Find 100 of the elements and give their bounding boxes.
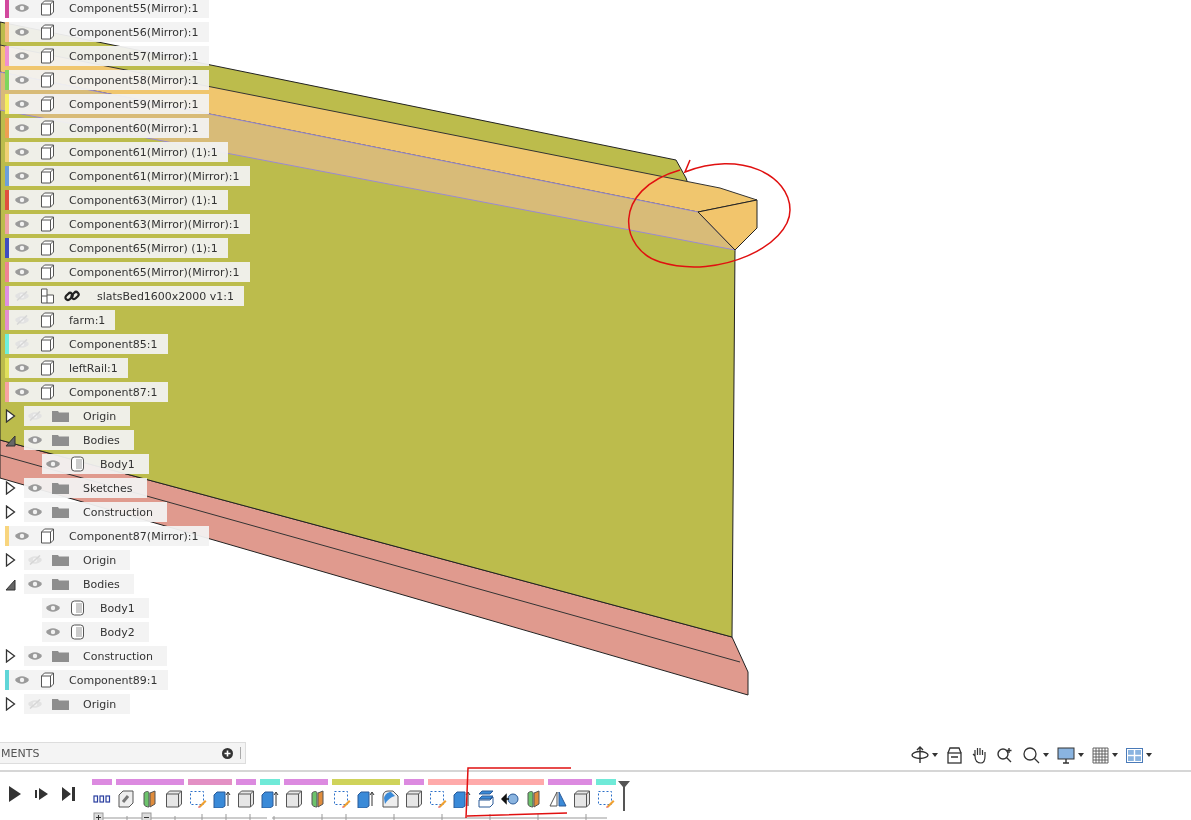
component-icon (40, 144, 55, 160)
browser-item[interactable]: Component63(Mirror) (1):1 (9, 190, 228, 210)
expand-toggle-icon[interactable] (5, 409, 16, 423)
browser-item[interactable]: Component57(Mirror):1 (9, 46, 209, 66)
browser-item[interactable]: slatsBed1600x2000 v1:1 (9, 286, 245, 306)
browser-item[interactable]: Component59(Mirror):1 (9, 94, 209, 114)
browser-folder[interactable]: Sketches (24, 478, 147, 498)
expand-toggle-icon[interactable] (5, 697, 16, 711)
timeline-box-icon[interactable] (285, 790, 303, 808)
timeline-extrude-icon[interactable] (261, 790, 279, 808)
timeline-box-icon[interactable] (237, 790, 255, 808)
component-icon (40, 360, 55, 376)
display-settings-button[interactable] (1054, 744, 1087, 766)
timeline-sketch-icon[interactable] (597, 790, 615, 808)
browser-item[interactable]: Component61(Mirror)(Mirror):1 (9, 166, 250, 186)
browser-folder[interactable]: Construction (24, 646, 168, 666)
eye-icon[interactable] (14, 531, 30, 541)
timeline-box-icon[interactable] (405, 790, 423, 808)
timeline-fillet-icon[interactable] (381, 790, 399, 808)
browser-body[interactable]: Body2 (42, 622, 149, 642)
grid-icon (1092, 746, 1109, 764)
browser-folder[interactable]: Origin (24, 694, 131, 714)
grid-settings-button[interactable] (1089, 744, 1121, 766)
timeline-extrude-icon[interactable] (357, 790, 375, 808)
step-forward-icon[interactable] (35, 788, 48, 800)
browser-folder[interactable]: Origin (24, 406, 131, 426)
browser-item[interactable]: Component56(Mirror):1 (9, 22, 209, 42)
browser-item[interactable]: farm:1 (9, 310, 116, 330)
body-icon (70, 456, 85, 472)
expand-toggle-icon[interactable] (5, 481, 16, 495)
expand-toggle-icon[interactable] (5, 577, 16, 591)
timeline-extrude-icon[interactable] (453, 790, 471, 808)
browser-item[interactable]: Component85:1 (9, 334, 168, 354)
folder-icon (52, 578, 69, 590)
timeline-mirror-icon[interactable] (549, 790, 567, 808)
timeline-sketch-icon[interactable] (333, 790, 351, 808)
component-icon (40, 528, 55, 544)
browser-folder[interactable]: Origin (24, 550, 131, 570)
timeline-sketch-icon[interactable] (189, 790, 207, 808)
eye-icon[interactable] (14, 675, 30, 685)
eye-icon[interactable] (14, 3, 30, 13)
component-icon (40, 168, 55, 184)
browser-folder[interactable]: Construction (24, 502, 168, 522)
browser-item[interactable]: leftRail:1 (9, 358, 128, 378)
browser-folder[interactable]: Bodies (24, 574, 134, 594)
component-icon (40, 192, 55, 208)
component-icon (40, 312, 55, 328)
comments-title: MENTS (1, 746, 40, 760)
expand-toggle-icon[interactable] (5, 433, 16, 447)
play-icon[interactable] (9, 786, 21, 802)
timeline-sketch-icon[interactable] (429, 790, 447, 808)
browser-item[interactable]: Component87:1 (9, 382, 168, 402)
caret-icon (1043, 753, 1049, 757)
browser-item[interactable]: Component87(Mirror):1 (9, 526, 209, 546)
orbit-icon (911, 746, 929, 764)
timeline-stack-icon[interactable] (477, 790, 495, 808)
timeline-box-icon[interactable] (165, 790, 183, 808)
caret-icon (1112, 753, 1118, 757)
component-icon (40, 336, 55, 352)
browser-item[interactable]: Component61(Mirror) (1):1 (9, 142, 228, 162)
browser-item[interactable]: Component65(Mirror) (1):1 (9, 238, 228, 258)
eye-icon[interactable] (27, 507, 43, 517)
browser-item[interactable]: Component55(Mirror):1 (9, 0, 209, 18)
expand-toggle-icon[interactable] (5, 649, 16, 663)
browser-item[interactable]: Component65(Mirror)(Mirror):1 (9, 262, 250, 282)
caret-icon (932, 753, 938, 757)
timeline-move-icon[interactable] (501, 790, 519, 808)
browser-body[interactable]: Body1 (42, 598, 149, 618)
expand-toggle-icon[interactable] (5, 505, 16, 519)
add-icon[interactable] (222, 747, 233, 759)
browser-item[interactable]: Component63(Mirror)(Mirror):1 (9, 214, 250, 234)
eye-icon[interactable] (27, 483, 43, 493)
browser-item[interactable]: Component89:1 (9, 670, 168, 690)
component-icon (40, 48, 55, 64)
skip-to-end-icon[interactable] (62, 787, 75, 801)
folder-icon (52, 482, 69, 494)
look-at-icon (946, 746, 963, 764)
browser-folder[interactable]: Bodies (24, 430, 134, 450)
folder-icon (52, 698, 69, 710)
component-icon (40, 0, 55, 16)
timeline-extrude-icon[interactable] (213, 790, 231, 808)
component-icon (40, 672, 55, 688)
timeline-split-icon[interactable] (141, 790, 159, 808)
timeline-split-icon[interactable] (309, 790, 327, 808)
eye-icon[interactable] (27, 579, 43, 589)
browser-item[interactable]: Component60(Mirror):1 (9, 118, 209, 138)
folder-icon (52, 650, 69, 662)
browser-item[interactable]: Component58(Mirror):1 (9, 70, 209, 90)
browser-body[interactable]: Body1 (42, 454, 149, 474)
eye-icon[interactable] (45, 627, 61, 637)
folder-icon (52, 554, 69, 566)
eye-icon[interactable] (27, 651, 43, 661)
timeline-box-icon[interactable] (573, 790, 591, 808)
orbit-button[interactable] (908, 744, 941, 766)
eye-icon[interactable] (45, 603, 61, 613)
expand-toggle-icon[interactable] (5, 553, 16, 567)
body-icon (70, 600, 85, 616)
timeline-split-icon[interactable] (525, 790, 543, 808)
timeline-marker-icon[interactable] (618, 781, 630, 811)
timeline-link-icon[interactable] (117, 790, 135, 808)
